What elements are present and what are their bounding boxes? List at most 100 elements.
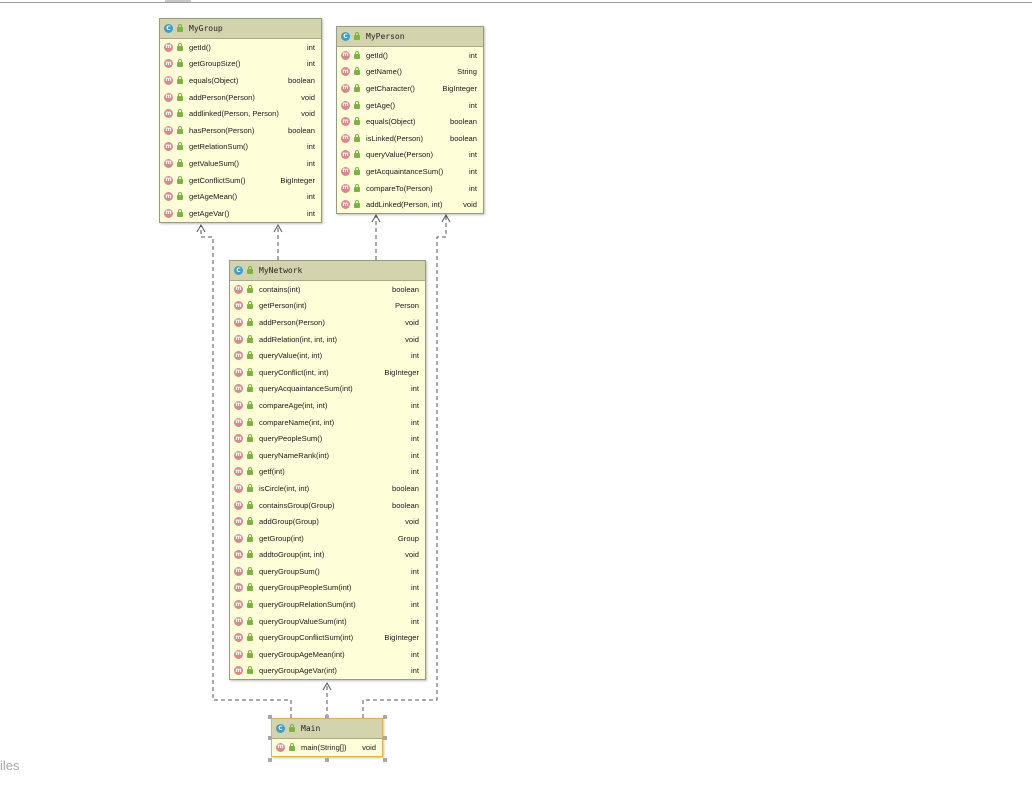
method-name: addlinked(Person, Person) — [189, 109, 279, 119]
method-row[interactable]: m addLinked(Person, int) void — [337, 196, 483, 213]
method-row[interactable]: m contains(int) boolean — [230, 281, 425, 298]
public-visibility-icon — [247, 450, 253, 459]
class-icon: C — [234, 266, 243, 275]
method-return-type: void — [405, 550, 419, 560]
method-row[interactable]: m queryGroupSum() int — [230, 563, 425, 580]
method-name: addGroup(Group) — [259, 517, 319, 527]
method-row[interactable]: m isLinked(Person) boolean — [337, 130, 483, 147]
method-row[interactable]: m queryValue(int, int) int — [230, 347, 425, 364]
public-visibility-icon — [177, 175, 183, 184]
method-name: getId() — [366, 50, 388, 60]
method-row[interactable]: m getValueSum() int — [160, 155, 321, 172]
method-row[interactable]: m addPerson(Person) void — [160, 89, 321, 106]
method-name: queryPeopleSum() — [259, 434, 323, 444]
method-return-type: int — [410, 384, 419, 394]
method-row[interactable]: m compareTo(Person) int — [337, 180, 483, 197]
method-row[interactable]: m equals(Object) boolean — [160, 72, 321, 89]
method-row[interactable]: m getAgeVar() int — [160, 205, 321, 222]
method-icon: m — [234, 351, 243, 361]
method-name: getValueSum() — [189, 158, 240, 168]
selection-handle-s[interactable] — [325, 758, 329, 762]
method-row[interactable]: m equals(Object) boolean — [337, 113, 483, 130]
method-row[interactable]: m getAge() int — [337, 97, 483, 114]
method-row[interactable]: m getGroupSize() int — [160, 56, 321, 73]
class-header: C MyNetwork — [230, 261, 425, 281]
method-return-type: int — [410, 600, 419, 610]
method-row[interactable]: m queryConflict(int, int) BigInteger — [230, 364, 425, 381]
method-row[interactable]: m addRelation(int, int, int) void — [230, 331, 425, 348]
method-return-type: int — [410, 467, 419, 477]
method-row[interactable]: m getId() int — [337, 47, 483, 64]
method-row[interactable]: m getCharacter() BigInteger — [337, 80, 483, 97]
public-visibility-icon — [177, 75, 183, 84]
method-row[interactable]: m getf(int) int — [230, 464, 425, 481]
method-row[interactable]: m getConflictSum() BigInteger — [160, 172, 321, 189]
class-main[interactable]: C Main m main(String[]) void — [271, 718, 383, 757]
method-row[interactable]: m isCircle(int, int) boolean — [230, 480, 425, 497]
method-row[interactable]: m queryAcquaintanceSum(int) int — [230, 381, 425, 398]
method-row[interactable]: m queryGroupPeopleSum(int) int — [230, 580, 425, 597]
method-name: addRelation(int, int, int) — [259, 334, 338, 344]
method-return-type: void — [405, 334, 419, 344]
method-return-type: int — [410, 666, 419, 676]
method-row[interactable]: m addtoGroup(int, int) void — [230, 547, 425, 564]
public-visibility-icon — [247, 500, 253, 509]
method-row[interactable]: m containsGroup(Group) boolean — [230, 497, 425, 514]
method-icon: m — [276, 742, 285, 752]
method-row[interactable]: m hasPerson(Person) boolean — [160, 122, 321, 139]
method-return-type: int — [410, 450, 419, 460]
selection-handle-sw[interactable] — [268, 758, 272, 762]
method-row[interactable]: m queryValue(Person) int — [337, 147, 483, 164]
method-icon: m — [234, 334, 243, 344]
method-name: isLinked(Person) — [366, 133, 423, 143]
method-row[interactable]: m queryGroupRelationSum(int) int — [230, 596, 425, 613]
method-row[interactable]: m queryGroupAgeVar(int) int — [230, 663, 425, 680]
method-row[interactable]: m getAcquaintanceSum() int — [337, 163, 483, 180]
method-name: equals(Object) — [366, 117, 416, 127]
selection-handle-w[interactable] — [268, 736, 272, 740]
selection-handle-se[interactable] — [383, 758, 387, 762]
method-row[interactable]: m queryNameRank(int) int — [230, 447, 425, 464]
selection-handle-ne[interactable] — [383, 715, 387, 719]
method-row[interactable]: m compareName(int, int) int — [230, 414, 425, 431]
selection-handle-n[interactable] — [325, 715, 329, 719]
method-icon: m — [341, 67, 350, 77]
method-name: queryValue(int, int) — [259, 351, 323, 361]
method-return-type: int — [410, 616, 419, 626]
method-row[interactable]: m addGroup(Group) void — [230, 513, 425, 530]
method-name: queryGroupRelationSum(int) — [259, 600, 356, 610]
method-row[interactable]: m getGroup(int) Group — [230, 530, 425, 547]
class-mygroup[interactable]: C MyGroup m getId() int m getGroupSize() int m… — [159, 18, 322, 223]
method-icon: m — [164, 59, 173, 69]
public-visibility-icon — [247, 633, 253, 642]
method-row[interactable]: m addPerson(Person) void — [230, 314, 425, 331]
public-visibility-icon — [289, 742, 295, 751]
method-icon: m — [234, 633, 243, 643]
method-return-type: BigInteger — [384, 633, 419, 643]
method-row[interactable]: m queryGroupAgeMean(int) int — [230, 646, 425, 663]
method-row[interactable]: m addlinked(Person, Person) void — [160, 105, 321, 122]
method-icon: m — [341, 83, 350, 93]
selection-handle-e[interactable] — [383, 736, 387, 740]
method-row[interactable]: m queryGroupConflictSum(int) BigInteger — [230, 629, 425, 646]
class-mynetwork[interactable]: C MyNetwork m contains(int) boolean m getPer… — [229, 260, 426, 681]
method-row[interactable]: m main(String[]) void — [272, 739, 382, 756]
method-icon: m — [341, 133, 350, 143]
method-return-type: void — [463, 200, 477, 210]
selection-handle-nw[interactable] — [268, 715, 272, 719]
method-row[interactable]: m getId() int — [160, 39, 321, 56]
class-myperson[interactable]: C MyPerson m getId() int m getName() String m g… — [336, 26, 484, 214]
method-row[interactable]: m compareAge(int, int) int — [230, 397, 425, 414]
public-visibility-icon — [354, 133, 360, 142]
method-row[interactable]: m getAgeMean() int — [160, 188, 321, 205]
public-visibility-icon — [247, 317, 253, 326]
method-icon: m — [164, 175, 173, 185]
method-row[interactable]: m queryPeopleSum() int — [230, 430, 425, 447]
method-row[interactable]: m queryGroupValueSum(int) int — [230, 613, 425, 630]
method-row[interactable]: m getRelationSum() int — [160, 139, 321, 156]
method-name: getAcquaintanceSum() — [366, 166, 444, 176]
method-return-type: int — [410, 400, 419, 410]
method-row[interactable]: m getPerson(int) Person — [230, 298, 425, 315]
method-name: queryGroupConflictSum(int) — [259, 633, 354, 643]
method-row[interactable]: m getName() String — [337, 64, 483, 81]
